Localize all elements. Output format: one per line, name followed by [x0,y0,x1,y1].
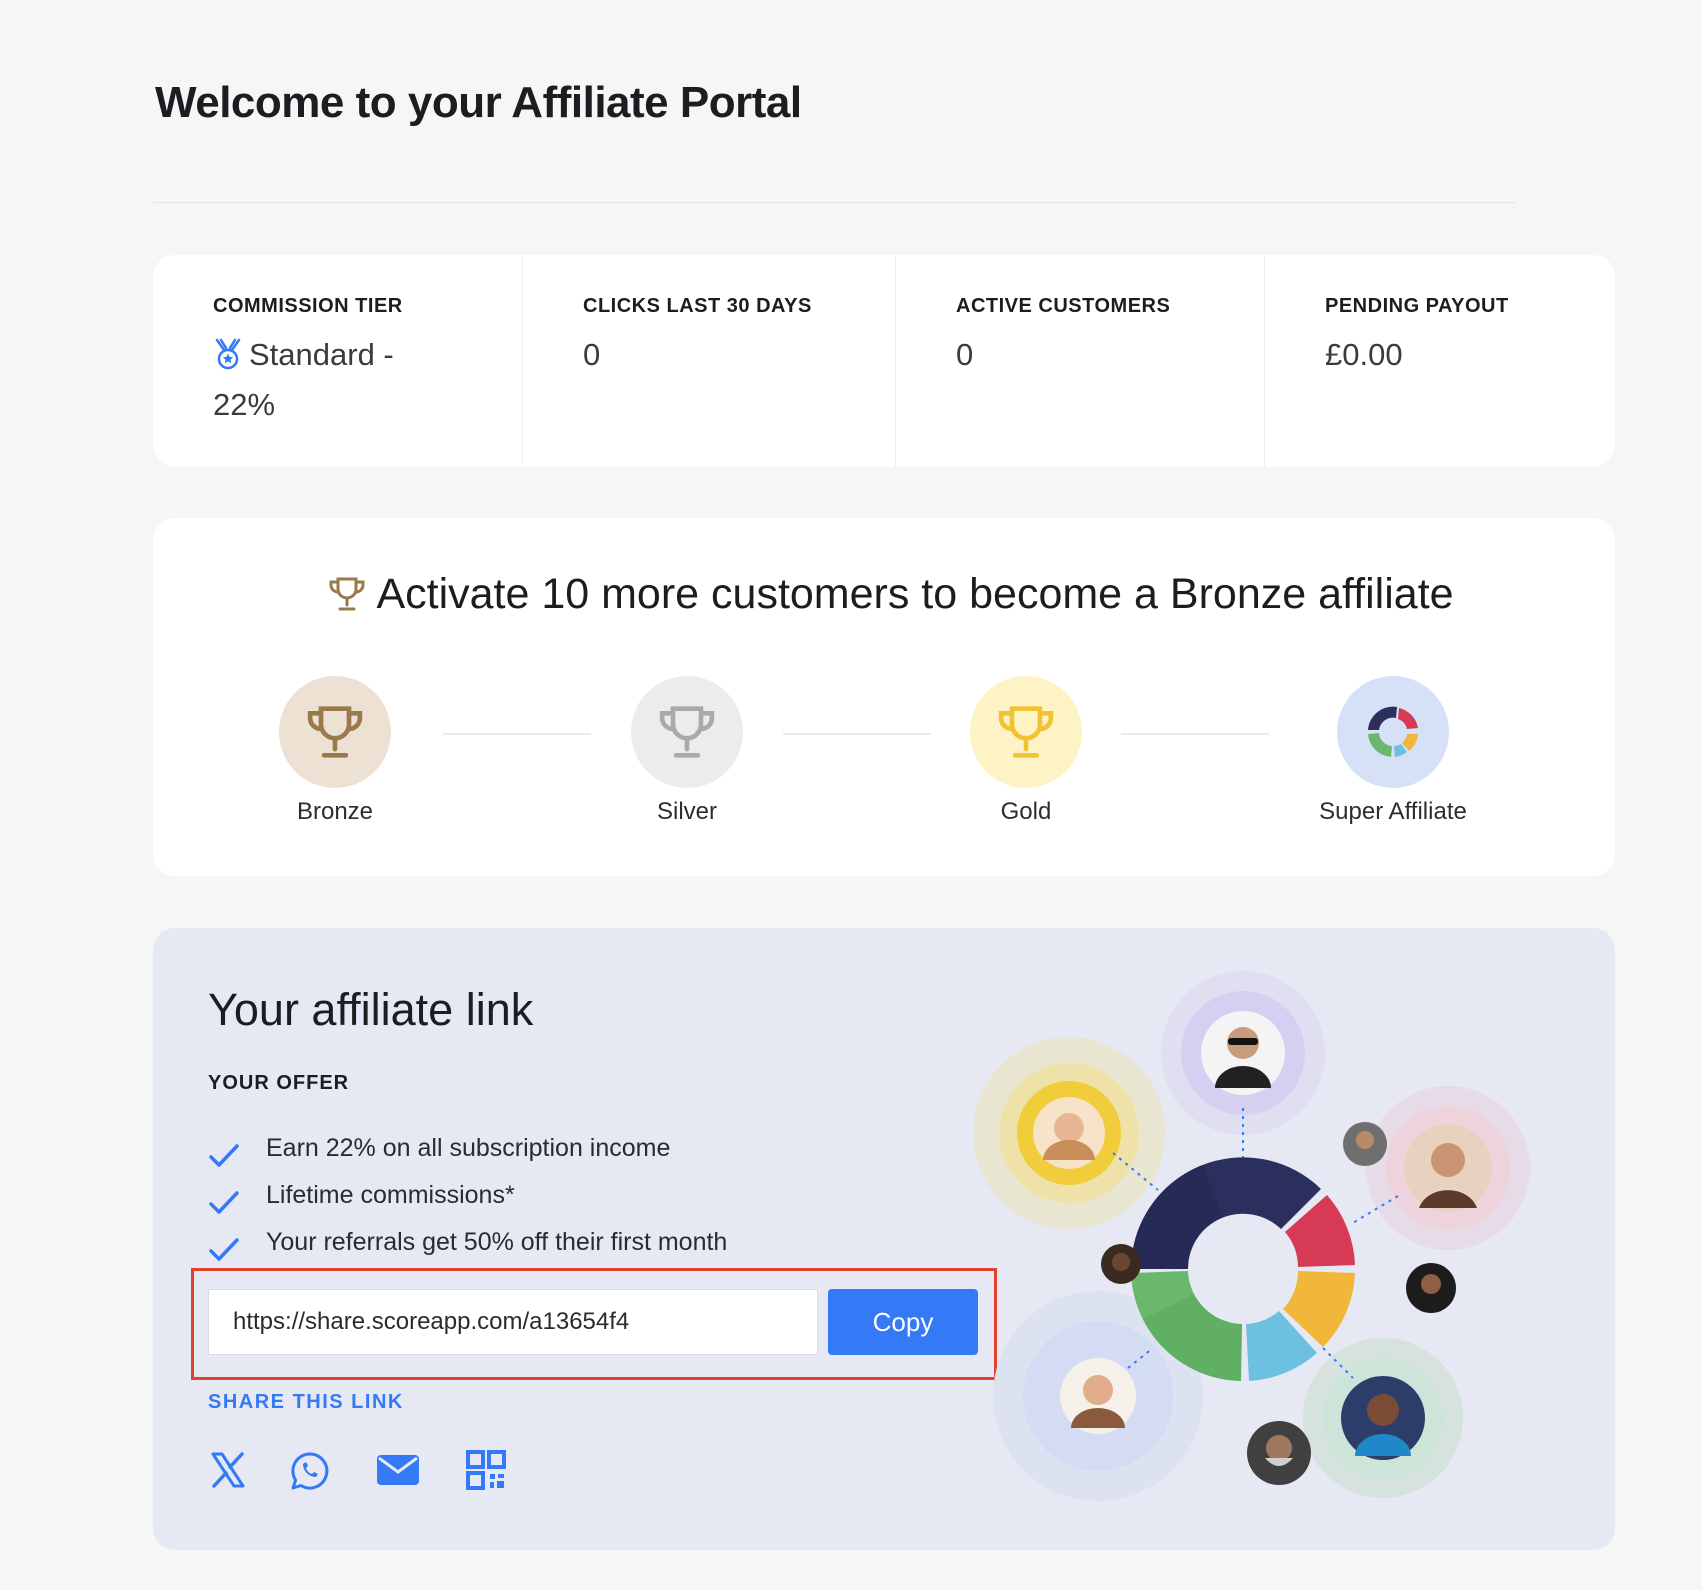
stat-commission-tier: COMMISSION TIER Standard - 22% [153,255,522,467]
stat-value: 0 [583,337,601,372]
avatar [1033,1097,1105,1169]
whatsapp-icon[interactable] [289,1450,331,1497]
tier-headline-text: Activate 10 more customers to become a B… [376,570,1454,618]
stat-label: COMMISSION TIER [213,295,403,317]
stat-active-customers: ACTIVE CUSTOMERS 0 [895,255,1264,467]
avatar [1201,1011,1285,1095]
tier-gold: Gold [970,676,1082,826]
affiliate-link-title: Your affiliate link [208,984,534,1035]
tier-headline: Activate 10 more customers to become a B… [311,570,1471,619]
tier-super-affiliate: Super Affiliate [1303,676,1483,826]
stat-label: ACTIVE CUSTOMERS [956,295,1171,317]
stat-clicks: CLICKS LAST 30 DAYS 0 [522,255,895,467]
stat-value: £0.00 [1325,337,1403,372]
commission-tier-name: Standard - [249,337,394,372]
copy-button[interactable]: Copy [828,1289,978,1355]
trophy-icon [970,676,1082,788]
qr-code-icon[interactable] [466,1450,506,1495]
stats-card: COMMISSION TIER Standard - 22% CLICKS LA… [153,255,1615,467]
x-icon[interactable] [208,1450,248,1495]
page-title: Welcome to your Affiliate Portal [155,78,802,127]
trophy-icon [329,577,365,611]
check-icon [209,1191,239,1214]
tier-label: Bronze [296,798,374,825]
avatar [1247,1421,1311,1485]
tier-label: Silver [656,798,717,825]
offer-item: Earn 22% on all subscription income [208,1133,727,1180]
tier-silver: Silver [631,676,743,826]
offer-item-text: Lifetime commissions* [266,1181,515,1209]
avatar [1406,1263,1456,1313]
affiliate-link-highlight: Copy [191,1268,997,1380]
header-divider [153,202,1515,203]
offer-item-text: Earn 22% on all subscription income [266,1134,671,1162]
affiliate-link-input[interactable] [208,1289,818,1355]
avatar [1341,1376,1425,1460]
stat-value: 0 [956,337,974,372]
avatar [1404,1124,1492,1212]
stat-value: Standard - 22% [213,332,522,427]
offer-item: Lifetime commissions* [208,1180,727,1227]
offer-item-text: Your referrals get 50% off their first m… [266,1228,728,1256]
offer-item: Your referrals get 50% off their first m… [208,1227,727,1274]
offer-label: YOUR OFFER [208,1072,350,1094]
trophy-icon [631,676,743,788]
tier-connector [783,733,931,735]
check-icon [209,1238,239,1261]
avatar [1060,1358,1136,1434]
medal-icon [213,337,243,382]
tier-label: Gold [1000,798,1052,825]
trophy-icon [279,676,391,788]
share-label: SHARE THIS LINK [208,1391,404,1413]
affiliate-link-card: Your affiliate link YOUR OFFER Earn 22% … [153,928,1615,1550]
stat-label: PENDING PAYOUT [1325,295,1509,317]
tier-label: Super Affiliate [1319,798,1467,825]
tier-connector [1121,733,1269,735]
avatar [1101,1244,1141,1284]
tier-connector [443,733,591,735]
tier-progress-card: Activate 10 more customers to become a B… [153,518,1615,876]
offer-list: Earn 22% on all subscription income Life… [208,1133,727,1274]
scoreapp-logo-icon [1337,676,1449,788]
stat-label: CLICKS LAST 30 DAYS [583,295,812,317]
check-icon [209,1144,239,1167]
tier-bronze: Bronze [279,676,391,826]
avatar [1343,1122,1387,1166]
commission-tier-rate: 22% [213,387,276,422]
affiliate-network-illustration [973,971,1530,1501]
email-icon[interactable] [375,1450,421,1495]
stat-pending-payout: PENDING PAYOUT £0.00 [1264,255,1615,467]
